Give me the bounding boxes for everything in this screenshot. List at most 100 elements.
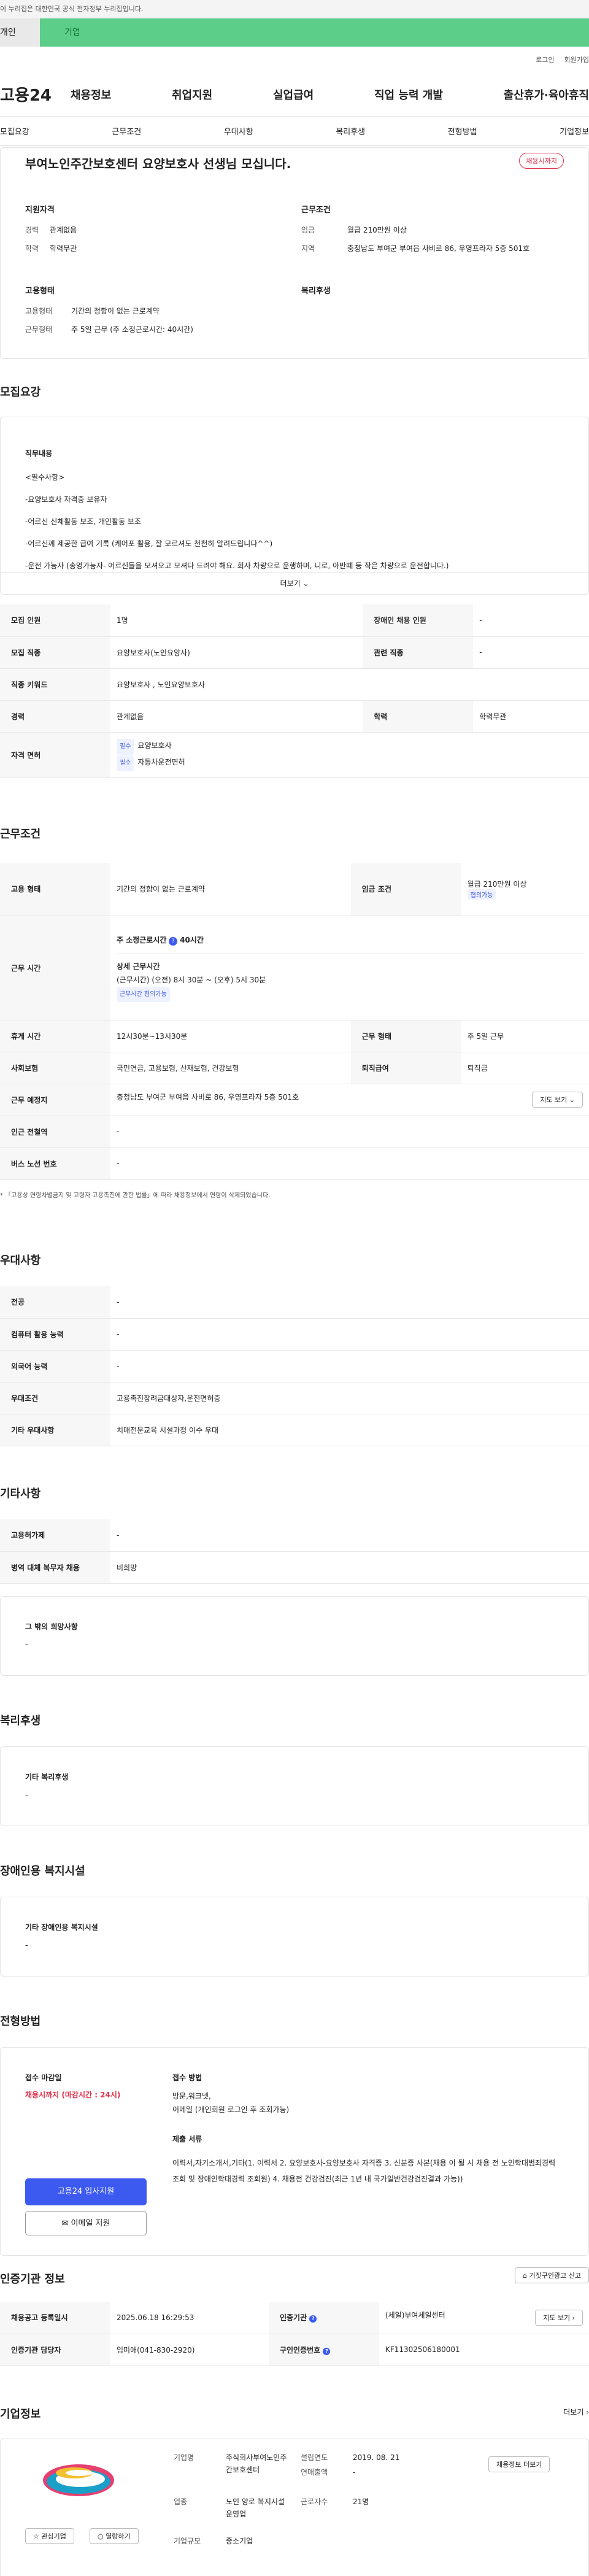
cell-value: -: [110, 1286, 589, 1319]
cell-value: 관계없음: [110, 700, 363, 733]
negotiable-tag: 근무시간 협의가능: [117, 987, 170, 1002]
job-title: 부여노인주간보호센터 요양보호사 선생님 모십니다.: [25, 156, 291, 171]
section-title: 우대사항: [0, 1254, 41, 1267]
info-icon[interactable]: ?: [309, 2315, 317, 2323]
cell-key: 컴퓨터 활용 능력: [0, 1318, 110, 1351]
email-apply-label: 이메일 지원: [71, 2219, 110, 2228]
gnb-item[interactable]: 취업지원: [172, 87, 212, 102]
detail-label: 상세 근무시간: [117, 962, 160, 971]
section-title: 기업정보: [0, 2408, 41, 2421]
cell-value: 고용촉진장려금대상자,운전면허증: [110, 1382, 589, 1414]
size-value: 중소기업: [226, 2537, 253, 2545]
cert-section: 인증기관 정보 ⌂ 거짓구인광고 신고 채용공고 등록일시 2025.06.18 …: [0, 2267, 589, 2366]
other-value: -: [25, 1640, 28, 1649]
subnav-item[interactable]: 전형방법: [448, 125, 477, 137]
gnb-item[interactable]: 직업 능력 개발: [374, 87, 443, 102]
more-button[interactable]: 더보기 ⌄: [1, 572, 588, 594]
cell-value: -: [110, 1116, 589, 1148]
map-label: 지도 보기: [540, 1096, 568, 1104]
cell-value: 월급 210만원 이상: [467, 879, 527, 889]
util-bar: 로그인 회원가입: [0, 47, 589, 72]
weekly-label: 주 소정근로시간: [117, 936, 167, 944]
follow-button[interactable]: ○ 열람하기: [90, 2528, 139, 2544]
subnav-item[interactable]: 근무조건: [112, 125, 141, 137]
report-label: 거짓구인광고 신고: [529, 2272, 581, 2280]
report-button[interactable]: ⌂ 거짓구인광고 신고: [515, 2267, 589, 2283]
gnb-item[interactable]: 실업급여: [273, 87, 314, 102]
cell-value: 비희망: [110, 1551, 589, 1584]
cell-value: -: [110, 1350, 589, 1382]
logo[interactable]: 고용24: [0, 83, 71, 106]
emp-label: 고용형태: [25, 307, 53, 315]
map-button[interactable]: 지도 보기 ⌄: [532, 1092, 583, 1108]
emp-value: 기간의 정함이 없는 근로계약: [71, 307, 160, 315]
cert-map-button[interactable]: 지도 보기 ›: [535, 2309, 583, 2326]
gnb-item[interactable]: 채용정보: [71, 87, 111, 102]
chevron-down-icon: ⌄: [569, 1096, 575, 1104]
sub-nav: 모집요강 근무조건 우대사항 복리후생 전형방법 기업정보: [0, 117, 589, 146]
cell-key: 자격 면허: [0, 732, 110, 778]
company-name-value: 주식회사부여노인주간보호센터: [226, 2453, 287, 2474]
info-icon[interactable]: ?: [323, 2347, 331, 2355]
fav-button[interactable]: ☆ 관심기업: [25, 2528, 74, 2544]
tab-personal[interactable]: 개인: [0, 18, 40, 47]
cell-key: 근무 시간: [0, 916, 110, 1020]
duty-line: -요양보호사 자격증 보유자: [25, 495, 107, 504]
apply-button[interactable]: 고용24 입사지원: [25, 2178, 147, 2205]
docs-value: 이력서,자기소개서,기타(1. 이력서 2. 요양보호사-요양보호사 자격증 3…: [172, 2159, 556, 2183]
loc-value: 충청남도 부여군 부여읍 사비로 86, 우영프라자 5층 501호: [347, 244, 530, 253]
section-title: 장애인용 복지시설: [0, 1865, 85, 1878]
mail-icon: ✉: [61, 2219, 69, 2228]
cell-value: 치매전문교육 시설과정 이수 우대: [110, 1414, 589, 1446]
cell-value: 충청남도 부여군 부여읍 사비로 86, 우영프라자 5층 501호: [117, 1093, 299, 1101]
company-jobs-button[interactable]: 채용정보 더보기: [488, 2456, 550, 2472]
sales-value: -: [353, 2468, 356, 2477]
method-value: 이메일 (개인회원 로그인 후 조회가능): [172, 2105, 290, 2114]
email-apply-button[interactable]: ✉ 이메일 지원: [25, 2211, 147, 2235]
cell-key: 직종 키워드: [0, 668, 110, 701]
cell-value: -: [110, 1519, 589, 1552]
cell-key: 사회보험: [0, 1052, 110, 1084]
info-icon[interactable]: ?: [169, 937, 178, 946]
login-link[interactable]: 로그인: [536, 55, 554, 64]
screen-box: 접수 마감일 채용시까지 (마감시간 : 24시) 고용24 입사지원 ✉ 이메…: [0, 2047, 589, 2256]
signup-link[interactable]: 회원가입: [564, 55, 589, 64]
cell-value: 1명: [110, 604, 363, 637]
cell-key: 모집 직종: [0, 636, 110, 669]
subnav-item[interactable]: 모집요강: [0, 125, 29, 137]
subnav-item[interactable]: 우대사항: [224, 125, 253, 137]
age-note: * 「고용상 연령차별금지 및 고령자 고용촉진에 관한 법률」에 따라 채용정…: [0, 1192, 271, 1199]
cell-key: 인근 전철역: [0, 1116, 110, 1148]
company-section: 기업정보 더보기 › ☆ 관심기업 ○ 열람하기 기업명 주식회사부여노인주간보호…: [0, 2405, 589, 2576]
cell-key: 근무 예정지: [0, 1084, 110, 1116]
welfare-section: 복리후생 기타 복리후생 -: [0, 1712, 589, 1826]
cell-key: 근무 형태: [350, 1020, 461, 1052]
gnb-item[interactable]: 출산휴가·육아휴직: [504, 87, 589, 102]
cell-value: 학력무관: [473, 700, 589, 733]
section-title: 기타사항: [0, 1487, 41, 1500]
global-nav: 고용24 채용정보 취업지원 실업급여 직업 능력 개발 출산휴가·육아휴직: [0, 72, 589, 117]
company-name-label: 기업명: [174, 2453, 194, 2462]
top-tabs: 개인 기업: [0, 18, 589, 47]
cell-key: 구인인증번호: [279, 2345, 321, 2354]
section-title: 인증기관 정보: [0, 2273, 65, 2286]
cell-key: 관련 직종: [363, 636, 474, 669]
duty-line: -어르신 신체활동 보조, 개인활동 보조: [25, 517, 142, 526]
duty-box: 직무내용 <필수사항> -요양보호사 자격증 보유자 -어르신 신체활동 보조,…: [0, 417, 589, 595]
size-label: 기업규모: [174, 2537, 201, 2545]
work-label: 근무형태: [25, 325, 53, 334]
subnav-item[interactable]: 복리후생: [336, 125, 365, 137]
duty-line: -어르신께 제공한 급여 기록 (케어포 활용, 잘 모르셔도 천천히 알려드립…: [25, 539, 273, 548]
company-more-link[interactable]: 더보기 ›: [563, 2407, 589, 2417]
tab-company[interactable]: 기업: [40, 18, 589, 47]
sales-label: 연매출액: [301, 2468, 328, 2477]
cell-value: 요양보호사 , 노인요양보호사: [110, 668, 589, 701]
cell-value: 기간의 정함이 없는 근로계약: [110, 863, 351, 916]
subnav-item[interactable]: 기업정보: [560, 125, 589, 137]
cell-value: 요양보호사(노인요양사): [110, 636, 363, 669]
section-title: 복리후생: [0, 1714, 41, 1727]
emp-count-value: 21명: [353, 2497, 369, 2506]
exp-label: 경력: [25, 226, 39, 234]
deadline-value: 채용시까지 (마감시간 : 24시): [25, 2091, 121, 2099]
cell-key: 병역 대체 복무자 채용: [0, 1551, 110, 1584]
